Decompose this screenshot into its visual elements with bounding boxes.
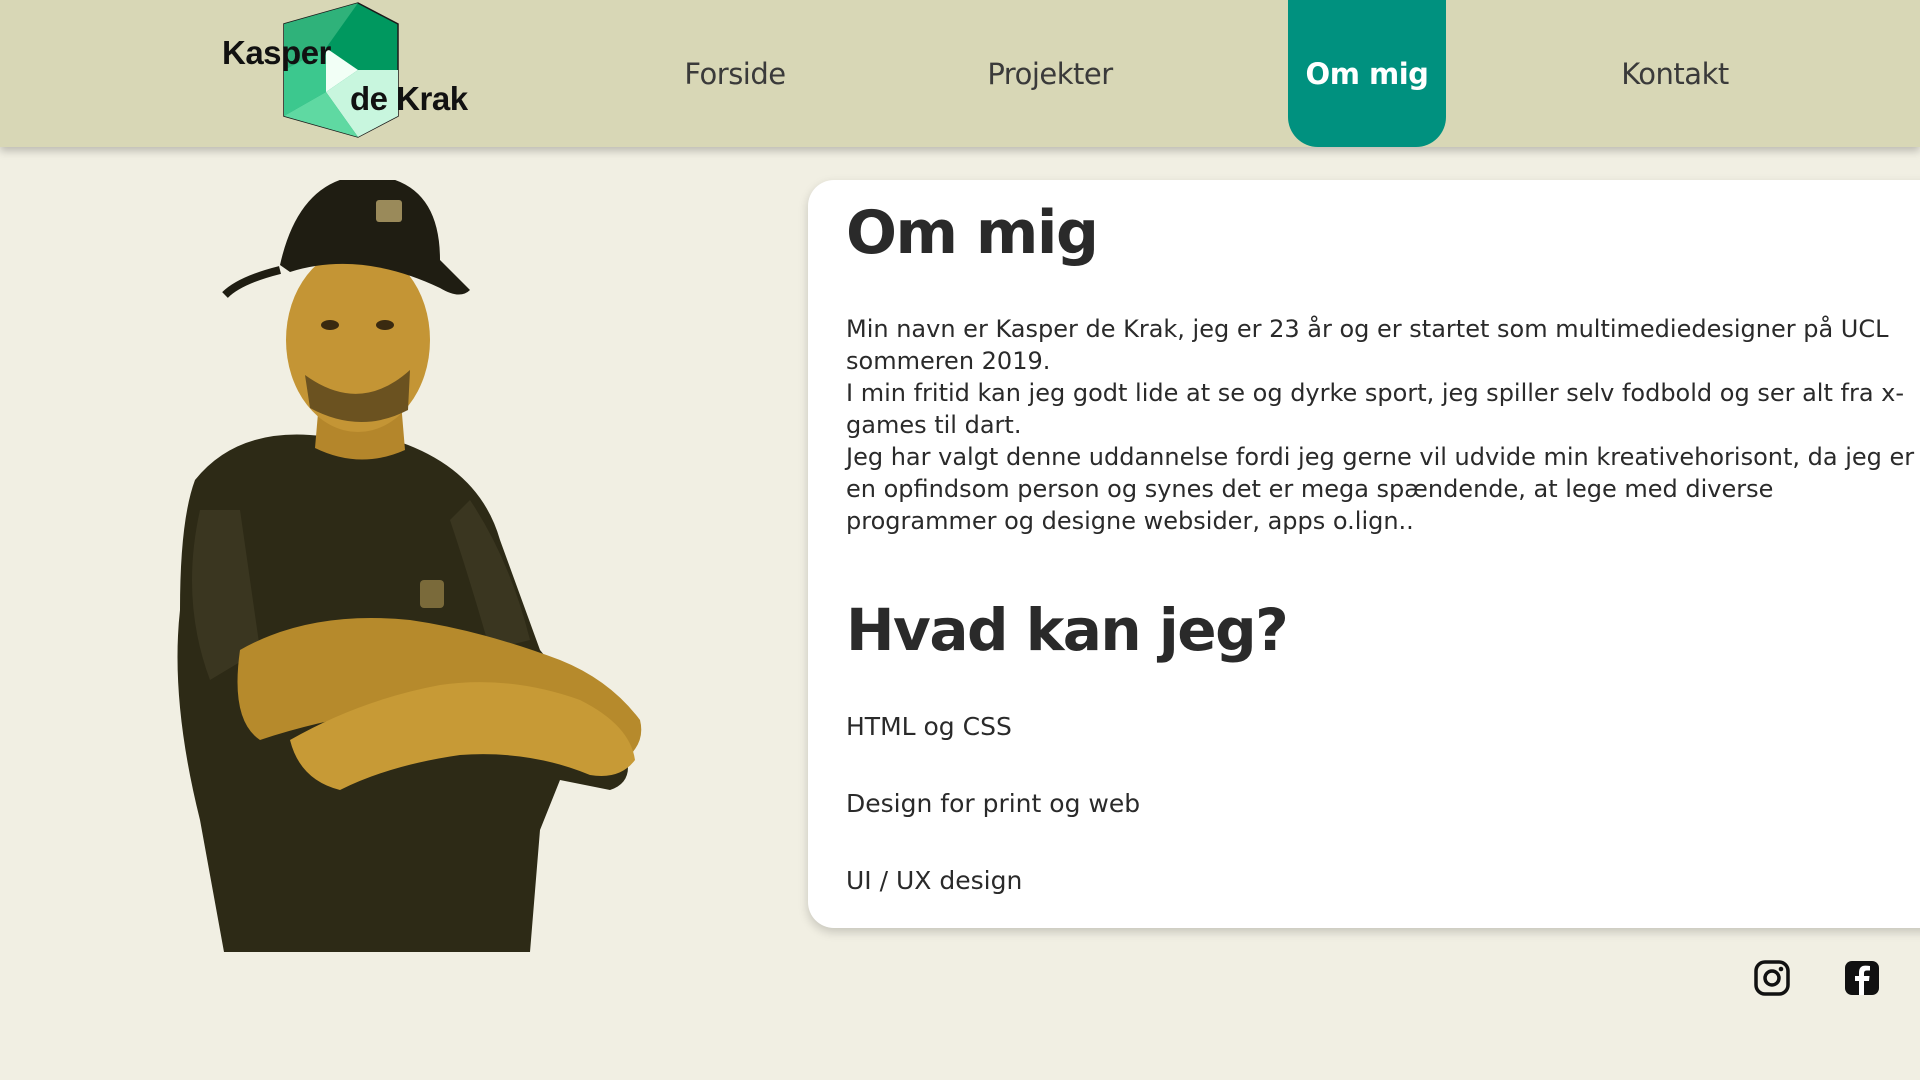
about-paragraph: Min navn er Kasper de Krak, jeg er 23 år… [846, 315, 1889, 375]
logo-text-line2: de Krak [350, 80, 468, 117]
about-paragraph: Jeg har valgt denne uddannelse fordi jeg… [846, 443, 1915, 535]
about-title: Om mig [846, 198, 1099, 268]
skills-title: Hvad kan jeg? [846, 596, 1289, 664]
person-photo-illustration [177, 175, 642, 952]
skill-item: UI / UX design [846, 866, 1023, 895]
logo-text-line1: Kasper [222, 34, 331, 71]
facebook-icon[interactable] [1842, 958, 1882, 998]
about-paragraph: I min fritid kan jeg godt lide at se og … [846, 379, 1905, 439]
about-card: Om mig Min navn er Kasper de Krak, jeg e… [808, 180, 1920, 928]
instagram-icon[interactable] [1752, 958, 1792, 998]
skill-item: HTML og CSS [846, 712, 1012, 741]
site-logo[interactable]: Kasper de Krak [222, 0, 472, 140]
portrait-photo [140, 175, 660, 952]
skill-item: Design for print og web [846, 789, 1141, 818]
nav-om-mig[interactable]: Om mig [1288, 0, 1446, 147]
nav-forside[interactable]: Forside [660, 0, 810, 147]
nav-projekter[interactable]: Projekter [970, 0, 1130, 147]
site-header: Kasper de Krak Forside Projekter Om mig … [0, 0, 1920, 147]
about-text: Min navn er Kasper de Krak, jeg er 23 år… [846, 313, 1920, 537]
nav-kontakt[interactable]: Kontakt [1600, 0, 1750, 147]
